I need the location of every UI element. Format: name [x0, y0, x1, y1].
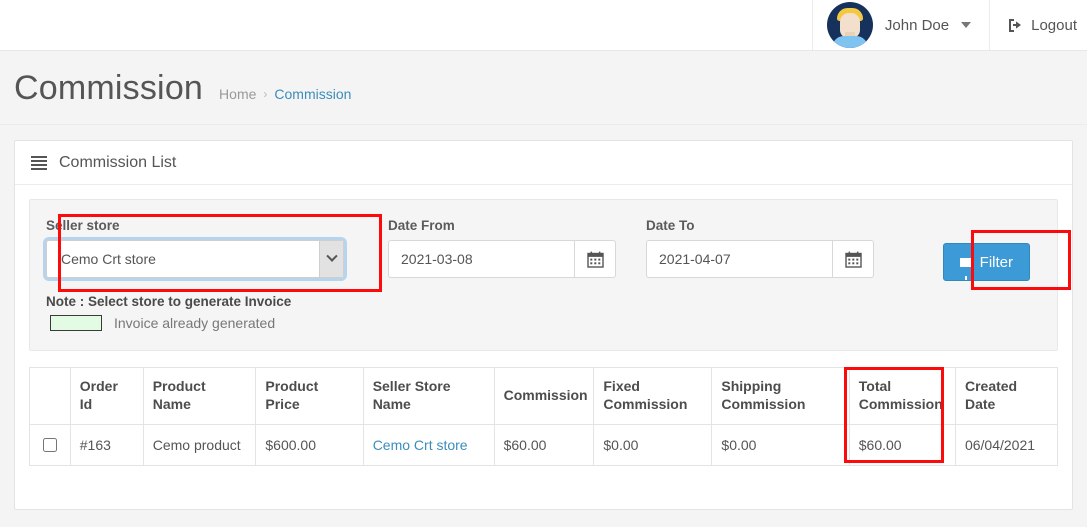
date-to-label: Date To	[646, 218, 695, 233]
user-name-label: John Doe	[884, 16, 950, 34]
page-title: Commission	[14, 69, 204, 107]
column-fixed-commission: Fixed Commission	[593, 367, 713, 425]
panel-header: Commission List	[15, 141, 1072, 185]
filter-button[interactable]: Filter	[942, 243, 1030, 281]
commission-table: Order Id Product Name Product Price Sell…	[29, 367, 1059, 466]
legend-color-swatch	[50, 315, 102, 331]
panel-title: Commission List	[59, 153, 177, 171]
note-legend: Invoice already generated	[46, 315, 1041, 331]
date-to-calendar-button[interactable]	[832, 240, 874, 278]
legend-label: Invoice already generated	[114, 315, 276, 331]
date-from-input[interactable]	[388, 240, 574, 278]
funnel-icon	[959, 257, 972, 280]
seller-store-field: Seller store Cemo Crt store	[43, 218, 388, 281]
logout-label: Logout	[1031, 16, 1077, 34]
date-to-field: Date To	[646, 218, 916, 278]
cell-product-name: Cemo product	[142, 423, 257, 466]
avatar	[826, 2, 873, 48]
note-block: Note : Select store to generate Invoice …	[46, 294, 1041, 331]
table-head: Order Id Product Name Product Price Sell…	[29, 367, 1059, 425]
breadcrumb: Home › Commission	[219, 86, 351, 102]
date-to-input[interactable]	[646, 240, 832, 278]
column-select-all	[29, 367, 71, 425]
chevron-down-icon[interactable]	[319, 241, 343, 277]
calendar-icon	[586, 251, 604, 268]
cell-fixed-commission: $0.00	[593, 423, 713, 466]
cell-seller-store-name: Cemo Crt store	[362, 423, 495, 466]
cell-order-id: #163	[69, 423, 144, 466]
chevron-down-icon	[961, 22, 972, 28]
seller-store-link[interactable]: Cemo Crt store	[373, 437, 468, 453]
note-title: Note : Select store to generate Invoice	[46, 294, 292, 309]
filter-form: Seller store Cemo Crt store Date From 20…	[29, 199, 1071, 351]
top-navbar: John Doe Logout	[0, 0, 1087, 51]
table-header-row: Order Id Product Name Product Price Sell…	[29, 367, 1059, 425]
date-to-input-group	[646, 240, 916, 278]
date-from-label: Date From	[388, 218, 455, 233]
table-body: #163 Cemo product $600.00 Cemo Crt store…	[29, 423, 1059, 466]
column-commission: Commission	[493, 367, 595, 425]
cell-product-price: $600.00	[255, 423, 364, 466]
logout-icon	[1009, 18, 1022, 32]
row-checkbox-cell	[29, 423, 71, 466]
user-menu[interactable]: John Doe	[811, 0, 989, 50]
date-from-calendar-button[interactable]	[574, 240, 616, 278]
logout-button[interactable]: Logout	[989, 0, 1087, 50]
avatar-shirt	[831, 36, 868, 48]
list-icon	[31, 156, 47, 170]
column-created-date: Created Date	[954, 367, 1059, 425]
table-row: #163 Cemo product $600.00 Cemo Crt store…	[29, 423, 1059, 466]
date-from-input-group	[388, 240, 646, 278]
seller-store-select[interactable]: Cemo Crt store	[43, 237, 347, 281]
filter-button-wrap: Filter	[916, 218, 1041, 281]
column-order-id: Order Id	[69, 367, 144, 425]
panel-body: Seller store Cemo Crt store Date From 20…	[15, 185, 1072, 466]
breadcrumb-home[interactable]: Home	[219, 86, 256, 102]
column-shipping-commission: Shipping Commission	[711, 367, 850, 425]
breadcrumb-current[interactable]: Commission	[274, 86, 351, 102]
seller-store-selected-value: Cemo Crt store	[61, 251, 156, 267]
page-header: Commission Home › Commission	[0, 51, 1087, 125]
calendar-icon	[844, 251, 862, 268]
cell-commission: $60.00	[493, 423, 595, 466]
cell-shipping-commission: $0.00	[711, 423, 850, 466]
column-product-name: Product Name	[142, 367, 257, 425]
date-from-field: Date From	[388, 218, 646, 278]
cell-created-date: 06/04/2021	[954, 423, 1059, 466]
filter-fields-row: Seller store Cemo Crt store Date From 20…	[43, 218, 1041, 281]
seller-store-label: Seller store	[46, 218, 120, 233]
commission-panel: Commission List Seller store Cemo Crt st…	[14, 140, 1073, 510]
filter-button-label: Filter	[979, 253, 1013, 271]
commission-table-wrap: Order Id Product Name Product Price Sell…	[29, 367, 1059, 466]
cell-total-commission: $60.00	[848, 423, 956, 466]
breadcrumb-separator: ›	[263, 87, 268, 101]
column-total-commission: Total Commission	[848, 367, 956, 425]
column-seller-store-name: Seller Store Name	[362, 367, 495, 425]
row-checkbox[interactable]	[43, 437, 57, 452]
column-product-price: Product Price	[255, 367, 364, 425]
